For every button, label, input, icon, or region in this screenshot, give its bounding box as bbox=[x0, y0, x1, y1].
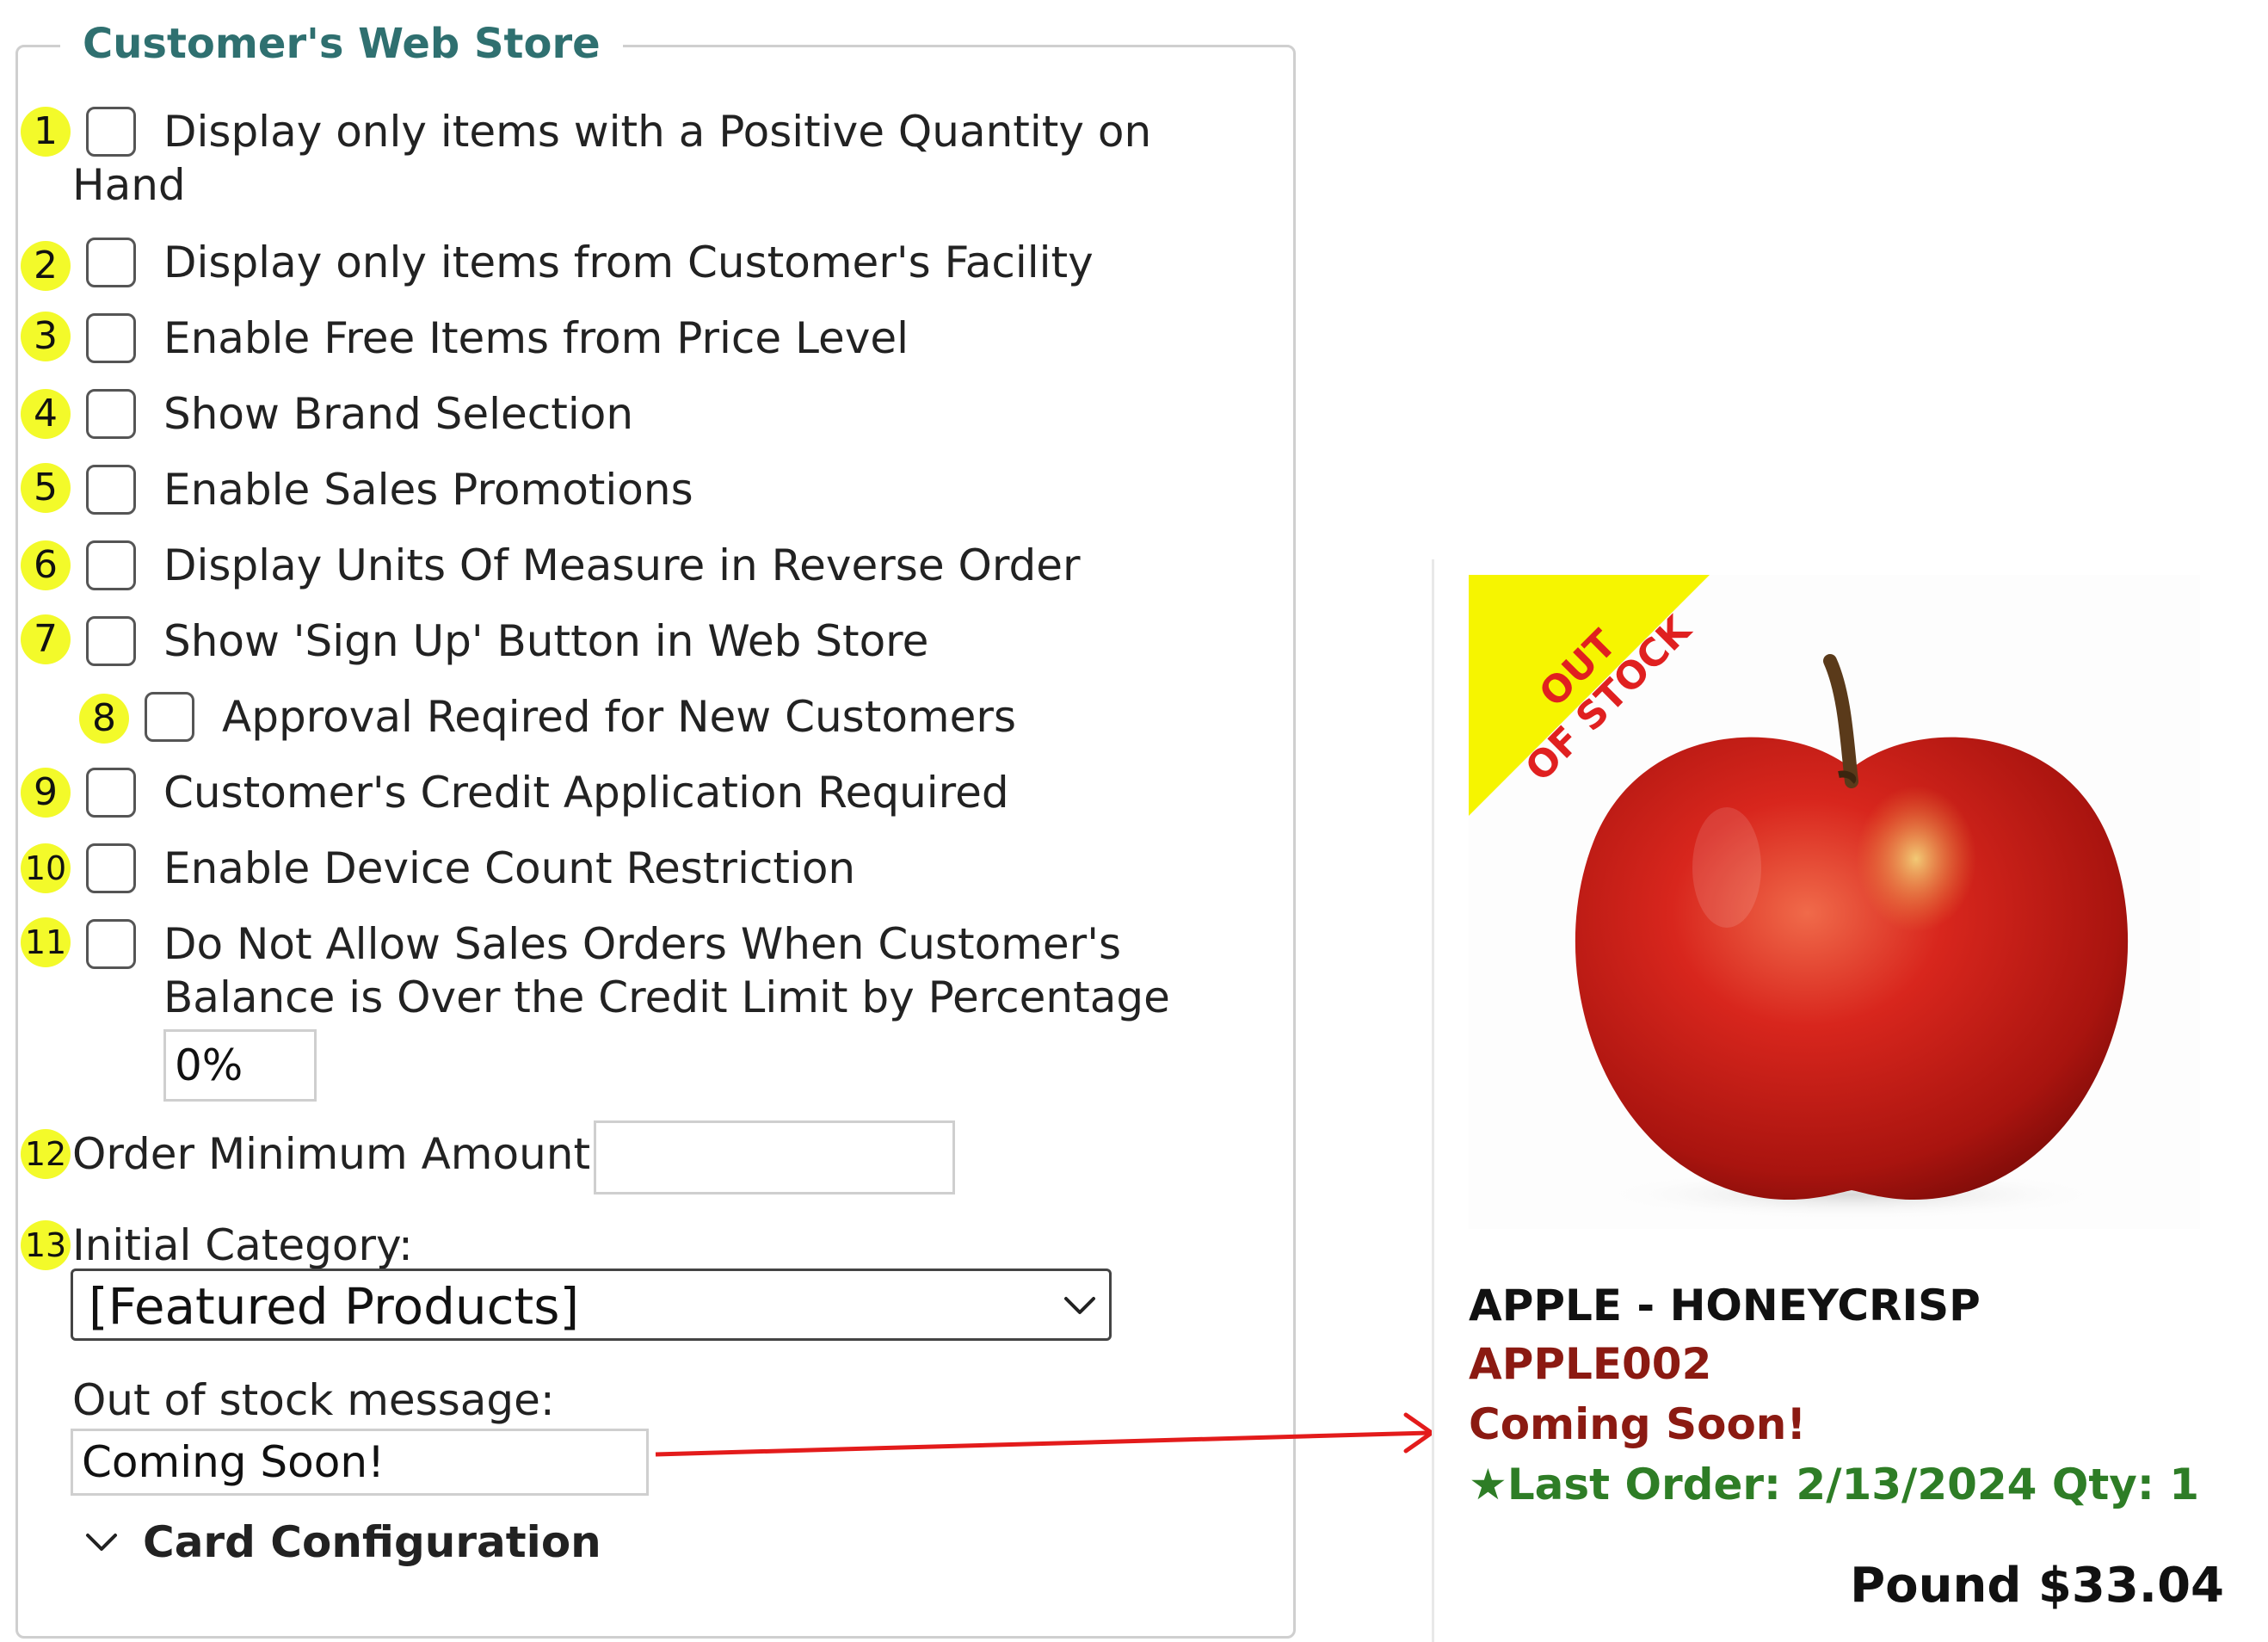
credit-application-label: Customer's Credit Application Required bbox=[163, 768, 1009, 818]
credit-limit-label-cont: Balance is Over the Credit Limit by Perc… bbox=[163, 972, 1170, 1022]
product-name: APPLE - HONEYCRISP bbox=[1469, 1281, 1981, 1330]
step-badge: 9 bbox=[21, 768, 71, 818]
step-badge: 10 bbox=[21, 843, 71, 893]
credit-application-checkbox[interactable] bbox=[86, 768, 136, 818]
credit-limit-checkbox[interactable] bbox=[86, 919, 136, 969]
sales-promotions-checkbox[interactable] bbox=[86, 465, 136, 515]
order-minimum-input[interactable] bbox=[594, 1120, 955, 1194]
customer-facility-checkbox[interactable] bbox=[86, 238, 136, 287]
sign-up-button-label: Show 'Sign Up' Button in Web Store bbox=[163, 616, 929, 666]
free-items-checkbox[interactable] bbox=[86, 313, 136, 363]
positive-quantity-label: Display only items with a Positive Quant… bbox=[163, 107, 1152, 157]
step-badge: 3 bbox=[21, 312, 71, 361]
step-badge: 8 bbox=[79, 694, 129, 744]
step-badge: 7 bbox=[21, 614, 71, 664]
positive-quantity-label-cont: Hand bbox=[72, 160, 186, 210]
initial-category-select[interactable]: [Featured Products] bbox=[71, 1269, 1112, 1341]
free-items-label: Enable Free Items from Price Level bbox=[163, 313, 909, 363]
device-count-label: Enable Device Count Restriction bbox=[163, 843, 856, 893]
panel-legend: Customer's Web Store bbox=[60, 15, 623, 72]
approval-required-checkbox[interactable] bbox=[145, 692, 194, 742]
step-badge: 1 bbox=[21, 107, 71, 157]
step-badge: 11 bbox=[21, 917, 71, 967]
step-badge: 6 bbox=[21, 540, 71, 590]
initial-category-label: Initial Category: bbox=[72, 1220, 413, 1270]
out-of-stock-message-input[interactable] bbox=[71, 1429, 649, 1496]
approval-required-label: Approval Reqired for New Customers bbox=[222, 692, 1016, 742]
stock-message: Coming Soon! bbox=[1469, 1399, 1807, 1449]
step-badge: 4 bbox=[21, 389, 71, 439]
step-badge: 12 bbox=[21, 1129, 71, 1179]
card-configuration-label: Card Configuration bbox=[143, 1517, 601, 1567]
sales-promotions-label: Enable Sales Promotions bbox=[163, 465, 693, 515]
step-badge: 2 bbox=[21, 241, 71, 291]
out-of-stock-label: Out of stock message: bbox=[72, 1375, 555, 1425]
sign-up-button-checkbox[interactable] bbox=[86, 616, 136, 666]
credit-limit-label: Do Not Allow Sales Orders When Customer'… bbox=[163, 919, 1121, 969]
initial-category-value: [Featured Products] bbox=[89, 1277, 580, 1336]
customer-facility-label: Display only items from Customer's Facil… bbox=[163, 238, 1094, 287]
step-badge: 13 bbox=[21, 1220, 71, 1270]
credit-limit-percentage-input[interactable] bbox=[163, 1029, 317, 1102]
order-minimum-label: Order Minimum Amount: bbox=[72, 1129, 605, 1179]
brand-selection-checkbox[interactable] bbox=[86, 389, 136, 439]
reverse-uom-label: Display Units Of Measure in Reverse Orde… bbox=[163, 540, 1081, 590]
device-count-checkbox[interactable] bbox=[86, 843, 136, 893]
step-badge: 5 bbox=[21, 463, 71, 513]
chevron-down-icon bbox=[86, 1534, 117, 1551]
product-card[interactable]: OUT OF STOCK APPLE - HONEYCRISP APPLE002… bbox=[1432, 559, 2260, 1642]
product-sku: APPLE002 bbox=[1469, 1339, 1712, 1389]
brand-selection-label: Show Brand Selection bbox=[163, 389, 634, 439]
last-order-info: ★Last Order: 2/13/2024 Qty: 1 bbox=[1469, 1460, 2200, 1509]
positive-quantity-checkbox[interactable] bbox=[86, 107, 136, 157]
reverse-uom-checkbox[interactable] bbox=[86, 540, 136, 590]
product-price: Pound $33.04 bbox=[1850, 1558, 2224, 1614]
chevron-down-icon bbox=[1064, 1297, 1095, 1314]
